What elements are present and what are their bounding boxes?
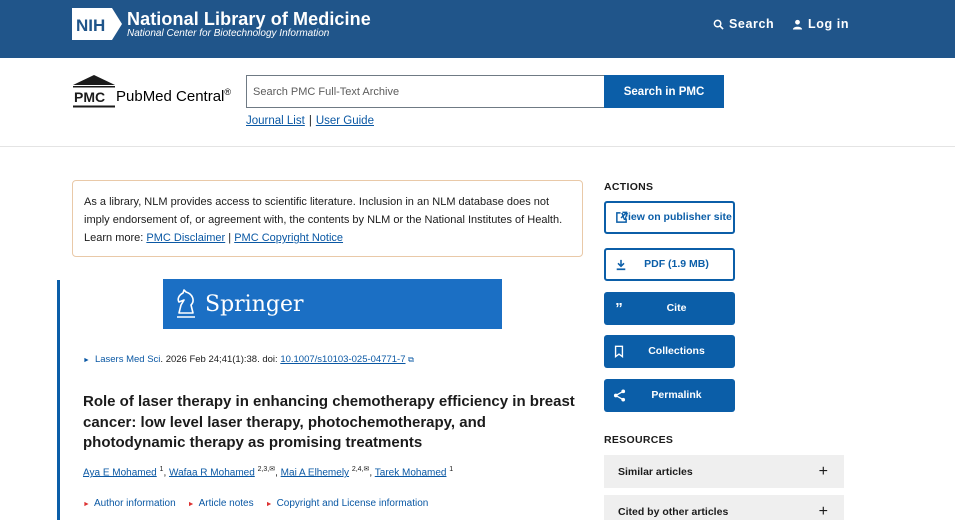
collections-button[interactable]: Collections xyxy=(604,335,735,368)
expand-triangle-icon: ► xyxy=(83,357,90,364)
header-divider xyxy=(0,146,955,147)
author-affiliation[interactable]: 1 xyxy=(449,466,453,473)
search-toggle-label: Search xyxy=(729,17,775,31)
search-in-pmc-button[interactable]: Search in PMC xyxy=(604,75,724,108)
search-icon xyxy=(713,19,724,30)
author-link[interactable]: Mai A Elhemely xyxy=(281,467,349,478)
actions-heading: ACTIONS xyxy=(604,181,654,193)
plus-icon: + xyxy=(818,502,828,520)
cite-button[interactable]: ” Cite xyxy=(604,292,735,325)
doi-link[interactable]: 10.1007/s10103-025-04771-7 xyxy=(280,354,405,365)
pmc-disclaimer-link[interactable]: PMC Disclaimer xyxy=(146,232,225,244)
similar-articles-accordion[interactable]: Similar articles + xyxy=(604,455,844,488)
nlm-title[interactable]: National Library of Medicine xyxy=(127,9,371,30)
author-link[interactable]: Wafaa R Mohamed xyxy=(169,467,255,478)
disclaimer-separator: | xyxy=(228,232,232,244)
article-notes-label: Article notes xyxy=(198,498,254,509)
pdf-download-button[interactable]: PDF (1.9 MB) xyxy=(604,248,735,281)
header-links: Journal List | User Guide xyxy=(246,115,374,127)
article-accent-bar xyxy=(57,280,60,520)
resources-heading: RESOURCES xyxy=(604,434,674,446)
share-icon xyxy=(612,389,626,403)
cited-by-accordion[interactable]: Cited by other articles + xyxy=(604,495,844,520)
cited-by-label: Cited by other articles xyxy=(618,505,729,518)
author-link[interactable]: Aya E Mohamed xyxy=(83,467,157,478)
quote-icon: ” xyxy=(615,300,623,317)
external-link-icon xyxy=(614,211,628,225)
expand-triangle-icon: ► xyxy=(187,501,195,508)
nlm-subtitle: National Center for Biotechnology Inform… xyxy=(127,28,330,39)
springer-horse-icon xyxy=(177,289,195,318)
search-toggle-button[interactable]: Search xyxy=(713,17,774,31)
pmc-copyright-link[interactable]: PMC Copyright Notice xyxy=(234,232,343,244)
pmc-logo-text: PMC xyxy=(74,89,105,105)
author-link[interactable]: Tarek Mohamed xyxy=(375,467,447,478)
article-title: Role of laser therapy in enhancing chemo… xyxy=(83,393,575,451)
learn-more-label: Learn more: xyxy=(84,232,144,244)
user-guide-link[interactable]: User Guide xyxy=(316,115,374,127)
expand-triangle-icon: ► xyxy=(265,501,273,508)
registered-mark: ® xyxy=(224,87,232,97)
author-affiliation[interactable]: 1 xyxy=(160,466,164,473)
external-link-icon: ⧉ xyxy=(408,355,414,364)
pmc-name[interactable]: PubMed Central® xyxy=(116,87,231,105)
user-icon xyxy=(792,19,803,30)
author-list: Aya E Mohamed 1, Wafaa R Mohamed 2,3,✉, … xyxy=(83,466,454,479)
pmc-logo[interactable]: PMC xyxy=(72,75,116,108)
nih-banner: NIH National Library of Medicine Nationa… xyxy=(0,0,955,58)
pmc-search-input[interactable] xyxy=(246,75,605,108)
link-separator: | xyxy=(308,115,312,127)
permalink-button[interactable]: Permalink xyxy=(604,379,735,412)
author-information-label: Author information xyxy=(93,498,176,509)
citation-line: ► Lasers Med Sci. 2026 Feb 24;41(1):38. d… xyxy=(83,354,414,365)
login-button[interactable]: Log in xyxy=(792,17,849,31)
download-icon xyxy=(614,258,628,272)
publisher-name: Springer xyxy=(205,291,304,317)
view-on-publisher-button[interactable]: View on publisher site xyxy=(604,201,735,234)
copyright-label: Copyright and License information xyxy=(276,498,429,509)
publisher-banner[interactable]: Springer xyxy=(163,279,502,329)
pmc-name-text: PubMed Central xyxy=(116,88,225,105)
similar-articles-label: Similar articles xyxy=(618,465,693,478)
author-information-toggle[interactable]: ► Author information xyxy=(83,498,176,509)
nih-logo[interactable]: NIH xyxy=(72,8,122,40)
copyright-toggle[interactable]: ► Copyright and License information xyxy=(266,498,429,509)
nih-logo-text: NIH xyxy=(76,16,105,35)
article-info-links: ► Author information ► Article notes ► Copy… xyxy=(83,498,428,509)
author-affiliation[interactable]: 2,3,✉ xyxy=(258,466,276,473)
journal-list-link[interactable]: Journal List xyxy=(246,115,305,127)
plus-icon: + xyxy=(818,462,828,480)
login-label: Log in xyxy=(808,17,850,31)
expand-triangle-icon: ► xyxy=(83,501,90,508)
author-affiliation[interactable]: 2,4,✉ xyxy=(352,466,370,473)
citation-text: . 2026 Feb 24;41(1):38. doi: xyxy=(160,354,281,365)
journal-link[interactable]: Lasers Med Sci xyxy=(95,354,160,365)
bookmark-icon xyxy=(612,345,626,359)
disclaimer-box: As a library, NLM provides access to sci… xyxy=(72,180,583,257)
article-notes-toggle[interactable]: ► Article notes xyxy=(188,498,254,509)
disclaimer-text: As a library, NLM provides access to sci… xyxy=(84,196,563,226)
